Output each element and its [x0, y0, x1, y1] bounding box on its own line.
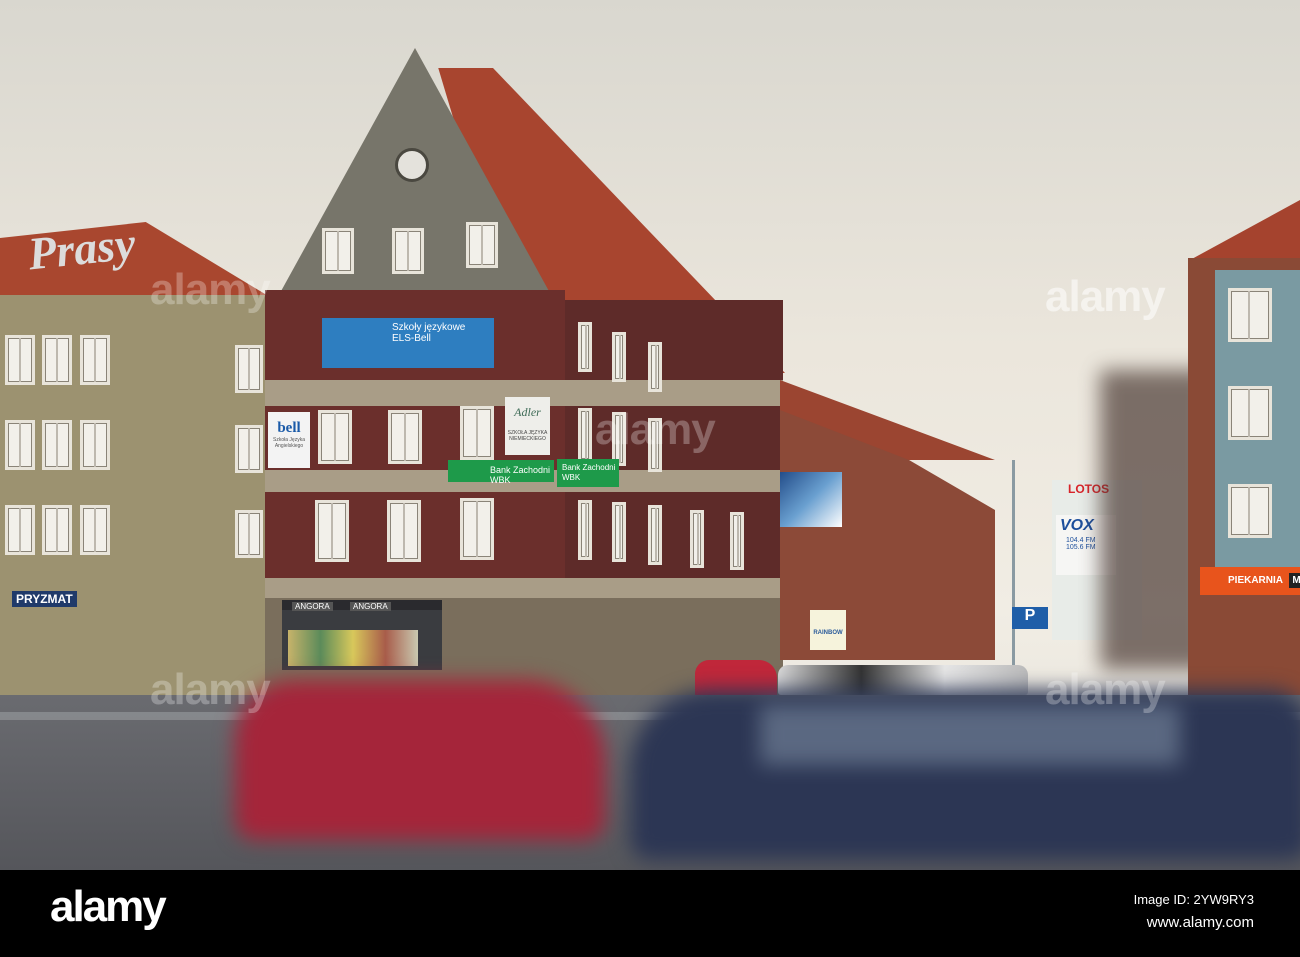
rainbow-sign: RAINBOW: [810, 610, 846, 650]
corner-building-roof: [1190, 200, 1300, 260]
street-photo: Prasy PRYZMAT Szkoły językowe ELS-Bell b…: [0, 0, 1300, 870]
watermark-overlay: alamy: [1045, 272, 1166, 321]
watermark-overlay-bottom-right: alamy: [1045, 665, 1166, 714]
els-bell-banner: Szkoły językowe ELS-Bell: [322, 318, 494, 368]
alamy-logo: alamy: [50, 882, 167, 931]
piekarnia-sign: PIEKARNIA MI: [1200, 567, 1300, 595]
watermark-overlay-left: alamy: [150, 265, 271, 314]
left-building: [0, 295, 268, 700]
bank-sign: Bank Zachodni WBK: [448, 460, 554, 485]
billboard: [780, 472, 842, 527]
blurred-red-car: [235, 680, 605, 840]
adler-sign: Adler SZKOŁA JĘZYKA NIEMIECKIEGO: [505, 397, 550, 455]
octagon-window: [395, 148, 429, 182]
neon-sign-prasy: Prasy: [25, 217, 138, 280]
bank-corner-sign: Bank Zachodni WBK: [557, 459, 619, 487]
pryzmat-sign: PRYZMAT: [12, 591, 77, 607]
street-lamp: [1012, 460, 1015, 680]
watermark-bar: alamy Image ID: 2YW9RY3 www.alamy.com: [0, 870, 1300, 957]
alamy-url: www.alamy.com: [1146, 914, 1254, 931]
kiosk-sign-right: ANGORA: [350, 602, 391, 611]
watermark-overlay-center: alamy: [595, 405, 716, 454]
parking-sign: P: [1012, 607, 1048, 629]
watermark-overlay-bottom: alamy: [150, 665, 271, 714]
kiosk-sign-left: ANGORA: [292, 602, 333, 611]
image-id: Image ID: 2YW9RY3: [1133, 892, 1254, 907]
bell-sign: bell Szkoła Języka Angielskiego: [268, 412, 310, 468]
